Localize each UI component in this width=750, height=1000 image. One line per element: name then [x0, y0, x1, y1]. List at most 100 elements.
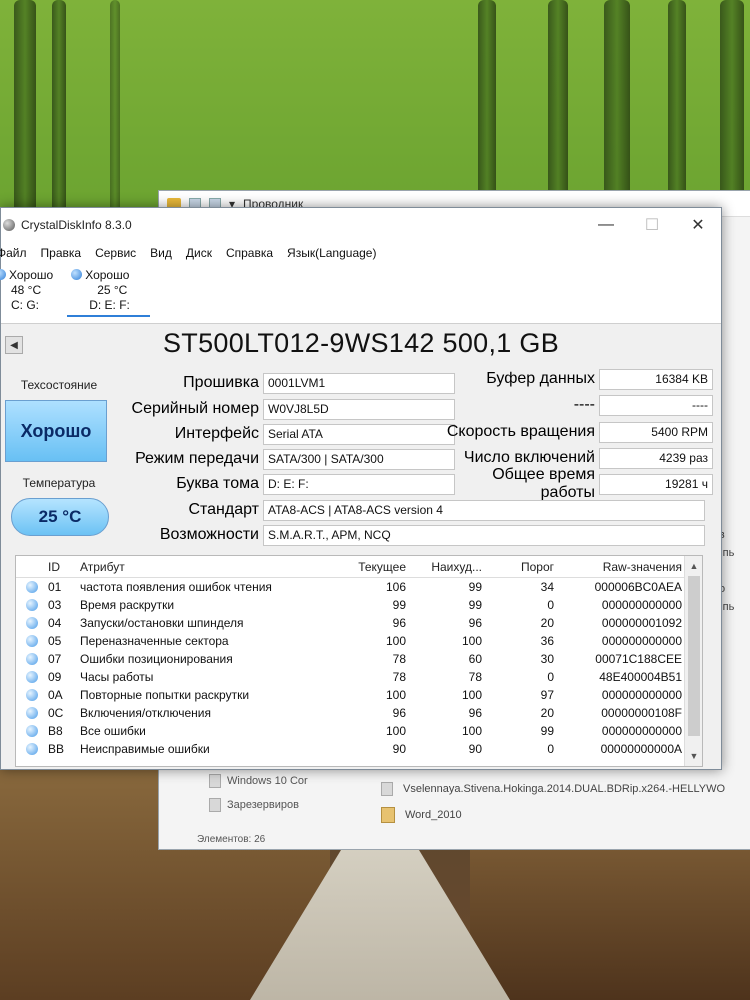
maximize-button[interactable]: ☐: [629, 208, 675, 242]
explorer-file-list: Vselennaya.Stivena.Hokinga.2014.DUAL.BDR…: [381, 776, 750, 828]
field-key: Режим передачи: [135, 450, 259, 467]
cell-current: 90: [392, 742, 406, 756]
drive-status: Хорошо: [9, 268, 54, 282]
field-key: Интерфейс: [174, 425, 259, 442]
file-icon: [381, 782, 393, 796]
col-attribute[interactable]: Атрибут: [80, 560, 342, 574]
menu-file[interactable]: Файл: [0, 246, 27, 260]
cell-attribute: Часы работы: [80, 670, 154, 684]
smart-table-header: ID Атрибут Текущее Наихуд... Порог Raw-з…: [16, 556, 702, 578]
field-firmware: Прошивка 0001LVM1: [121, 372, 455, 394]
cell-current: 78: [392, 670, 406, 684]
menu-service[interactable]: Сервис: [95, 246, 136, 260]
menu-edit[interactable]: Правка: [41, 246, 82, 260]
crystaldiskinfo-window: CrystalDiskInfo 8.3.0 — ☐ ✕ Файл Правка …: [0, 207, 722, 770]
col-current[interactable]: Текущее: [342, 560, 406, 574]
field-key: Возможности: [159, 526, 259, 543]
cell-id: 09: [48, 670, 62, 684]
cell-worst: 100: [461, 634, 482, 648]
cell-raw: 000000001092: [601, 616, 682, 630]
menu-disk[interactable]: Диск: [186, 246, 212, 260]
temperature-button[interactable]: 25 °C: [11, 498, 109, 536]
cell-current: 100: [385, 634, 406, 648]
field-key: Прошивка: [183, 374, 259, 391]
file-name: Vselennaya.Stivena.Hokinga.2014.DUAL.BDR…: [403, 783, 726, 795]
cell-id: 0A: [48, 688, 63, 702]
titlebar: CrystalDiskInfo 8.3.0 — ☐ ✕: [1, 208, 721, 242]
minimize-button[interactable]: —: [583, 208, 629, 242]
cell-worst: 99: [468, 580, 482, 594]
table-row[interactable]: 0C Включения/отключения 96 96 20 00000000108F: [16, 704, 702, 722]
nav-item-label: Зарезервиров: [227, 799, 299, 811]
table-row[interactable]: 0A Повторные попытки раскрутки 100 100 97 000…: [16, 686, 702, 704]
menubar: Файл Правка Сервис Вид Диск Справка Язык…: [0, 242, 721, 264]
cell-worst: 60: [468, 652, 482, 666]
close-button[interactable]: ✕: [675, 208, 721, 242]
cell-worst: 100: [461, 688, 482, 702]
col-raw[interactable]: Raw-значения: [554, 560, 682, 574]
field-key: Буфер данных: [486, 370, 595, 387]
file-item[interactable]: Vselennaya.Stivena.Hokinga.2014.DUAL.BDR…: [381, 776, 750, 802]
table-row[interactable]: 09 Часы работы 78 78 0 48E400004B51: [16, 668, 702, 686]
drive-icon: [209, 774, 221, 788]
table-row[interactable]: BB Неисправимые ошибки 90 90 0 00000000000A: [16, 740, 702, 758]
cell-threshold: 0: [547, 670, 554, 684]
health-status-button[interactable]: Хорошо: [5, 400, 107, 462]
cell-attribute: Все ошибки: [80, 724, 146, 738]
menu-language[interactable]: Язык(Language): [287, 246, 376, 260]
col-id[interactable]: ID: [48, 560, 80, 574]
cell-id: BB: [48, 742, 65, 756]
cell-raw: 000000000000: [601, 634, 682, 648]
field-value: 5400 RPM: [599, 421, 713, 443]
scroll-up-icon[interactable]: ▲: [685, 558, 702, 574]
drive-tab-2[interactable]: Хорошо 25 °C D: E: F:: [67, 268, 150, 317]
field-interface: Интерфейс Serial ATA: [121, 423, 455, 445]
table-row[interactable]: 01 частота появления ошибок чтения 106 99 34…: [16, 578, 702, 596]
table-row[interactable]: 07 Ошибки позиционирования 78 60 30 00071C188…: [16, 650, 702, 668]
col-worst[interactable]: Наихуд...: [406, 560, 482, 574]
menu-help[interactable]: Справка: [226, 246, 273, 260]
cell-worst: 99: [468, 598, 482, 612]
cell-raw: 00071C188CEE: [595, 652, 682, 666]
cell-raw: 000006BC0AEA: [594, 580, 682, 594]
field-value: ATA8-ACS | ATA8-ACS version 4: [263, 499, 705, 521]
cell-raw: 000000000000: [601, 724, 682, 738]
col-threshold[interactable]: Порог: [482, 560, 554, 574]
previous-disk-button[interactable]: ◀: [5, 336, 23, 354]
table-row[interactable]: 05 Переназначенные сектора 100 100 36 0000000…: [16, 632, 702, 650]
cell-worst: 90: [468, 742, 482, 756]
app-icon: [3, 219, 15, 231]
drive-tab-1[interactable]: Хорошо 48 °C C: G:: [0, 268, 59, 315]
cell-raw: 48E400004B51: [599, 670, 682, 684]
cell-worst: 96: [468, 706, 482, 720]
status-dot-icon: [26, 599, 38, 611]
cell-worst: 96: [468, 616, 482, 630]
table-row[interactable]: 04 Запуски/остановки шпинделя 96 96 20 000000…: [16, 614, 702, 632]
cell-threshold: 97: [540, 688, 554, 702]
status-dot-icon: [26, 725, 38, 737]
smart-scrollbar[interactable]: ▲ ▼: [684, 556, 702, 766]
status-dot-icon: [26, 671, 38, 683]
scroll-down-icon[interactable]: ▼: [685, 748, 702, 764]
table-row[interactable]: 03 Время раскрутки 99 99 0 000000000000: [16, 596, 702, 614]
field-power-on-hours: Общее время работы 19281 ч: [441, 466, 713, 501]
cell-attribute: Ошибки позиционирования: [80, 652, 233, 666]
field-value: D: E: F:: [263, 473, 455, 495]
cell-attribute: Запуски/остановки шпинделя: [80, 616, 244, 630]
scrollbar-thumb[interactable]: [688, 576, 700, 736]
cell-attribute: Повторные попытки раскрутки: [80, 688, 250, 702]
field-transfer-mode: Режим передачи SATA/300 | SATA/300: [121, 448, 455, 470]
field-volume-letter: Буква тома D: E: F:: [121, 473, 455, 495]
field-standard: Стандарт ATA8-ACS | ATA8-ACS version 4: [121, 499, 705, 521]
table-row[interactable]: B8 Все ошибки 100 100 99 000000000000: [16, 722, 702, 740]
file-item[interactable]: Word_2010: [381, 802, 750, 828]
cell-threshold: 30: [540, 652, 554, 666]
status-panel: Техсостояние Хорошо Температура 25 °C: [5, 378, 113, 536]
field-serial: Серийный номер W0VJ8L5D: [121, 398, 455, 420]
cell-worst: 100: [461, 724, 482, 738]
field-value: SATA/300 | SATA/300: [263, 448, 455, 470]
folder-icon: [381, 807, 395, 823]
menu-view[interactable]: Вид: [150, 246, 172, 260]
drive-tabs: Хорошо 48 °C C: G: Хорошо 25 °C D: E: F:: [0, 264, 721, 324]
cell-attribute: Переназначенные сектора: [80, 634, 229, 648]
